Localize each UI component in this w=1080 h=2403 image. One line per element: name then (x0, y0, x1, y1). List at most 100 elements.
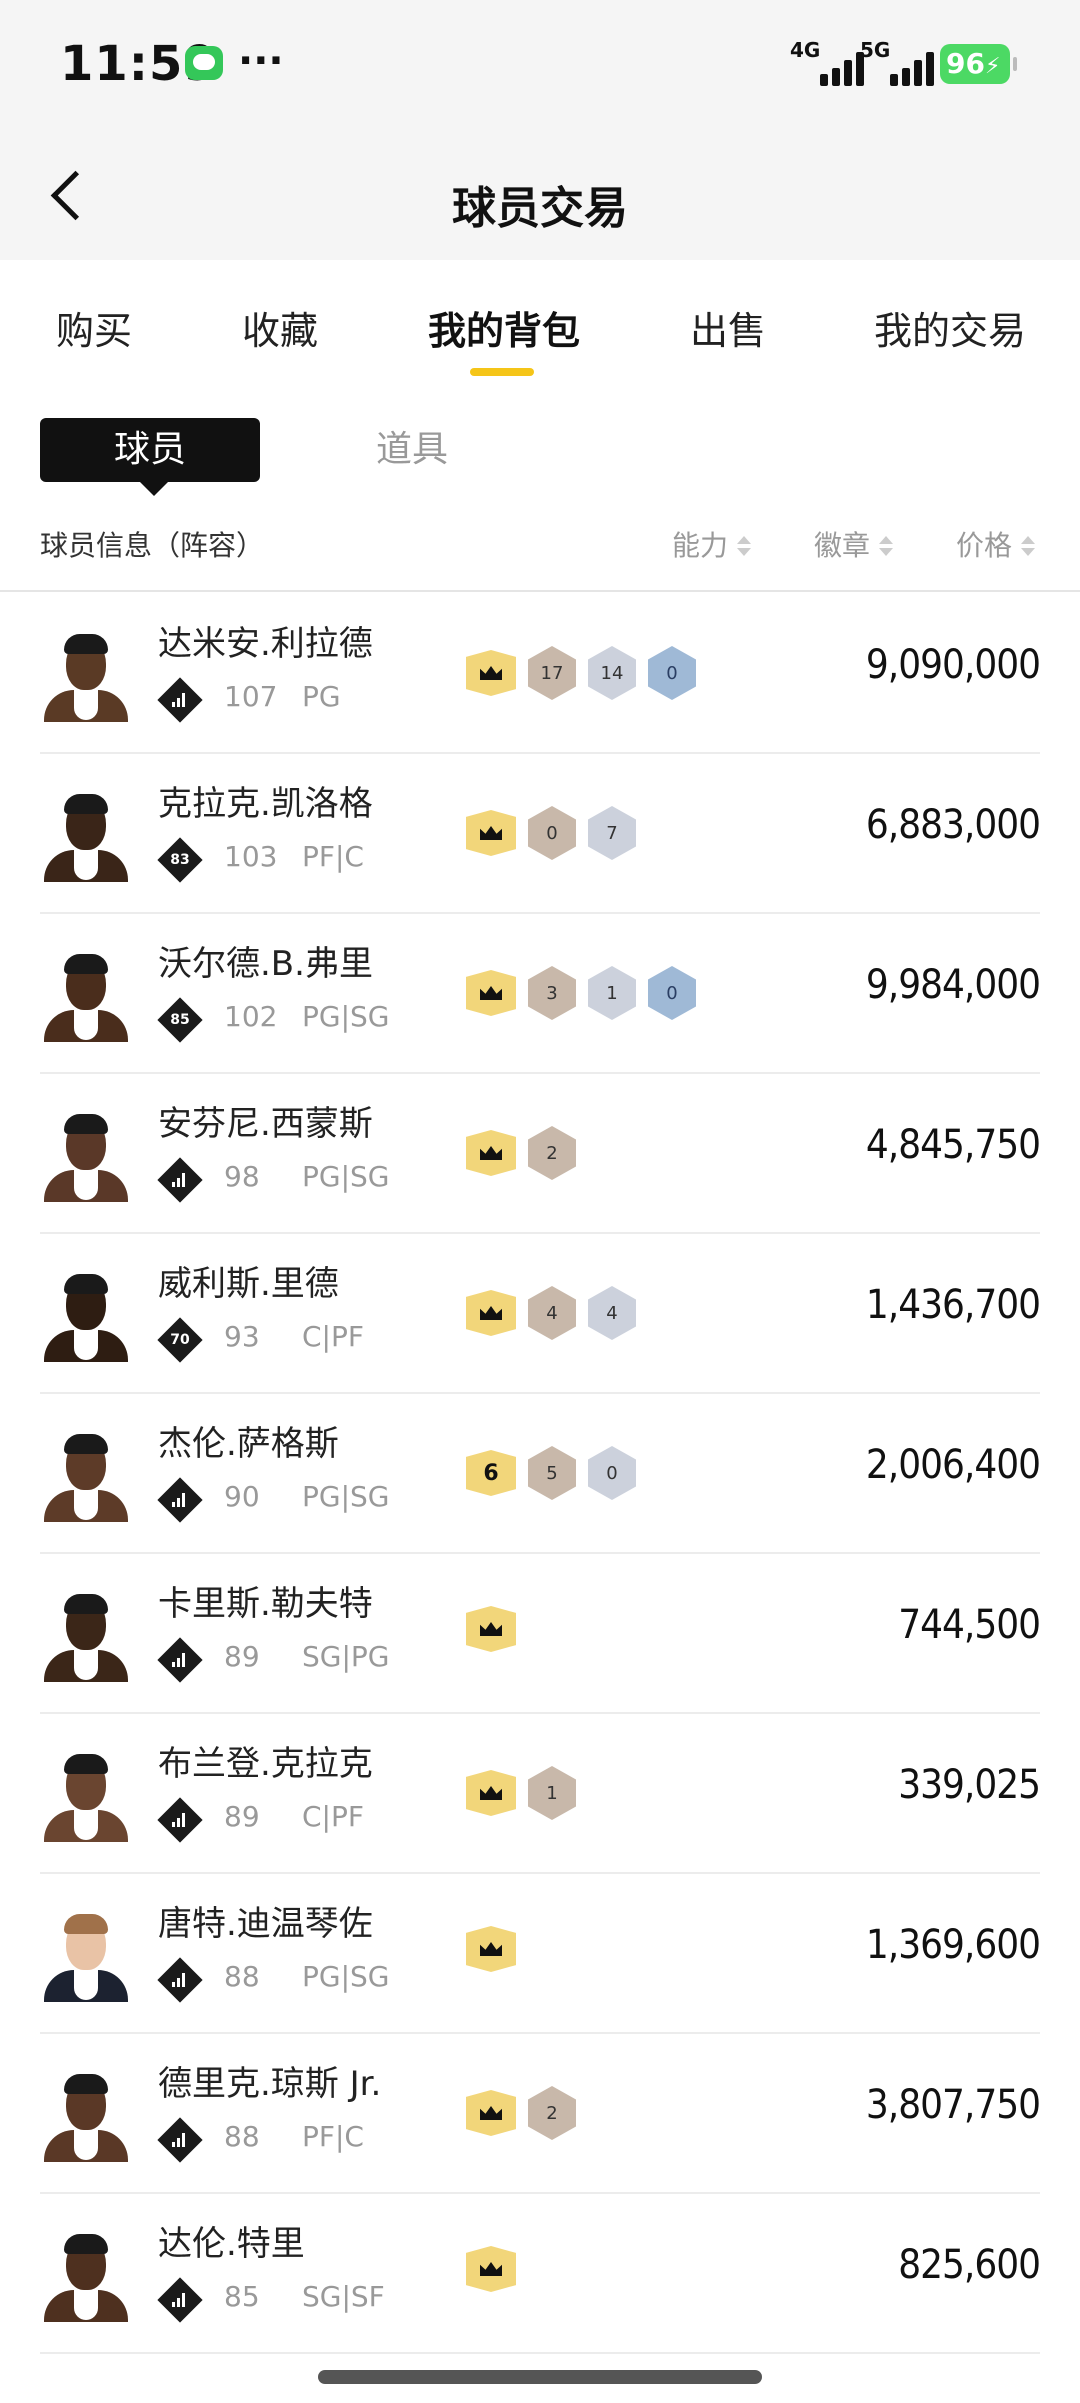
more-notifications-icon: ··· (238, 38, 284, 84)
badge-count: 4 (606, 1302, 618, 1324)
column-header: 球员信息（阵容） 能力 徽章 价格 (0, 510, 1080, 592)
player-overall: 107 (224, 680, 278, 713)
player-overall: 98 (224, 1160, 260, 1193)
crown-level: 6 (483, 1460, 499, 1486)
player-row[interactable]: 沃尔德.B.弗里 85 102 PG|SG 3 1 0 9,984,000 (40, 914, 1041, 1074)
crown-icon (466, 650, 516, 696)
player-row[interactable]: 杰伦.萨格斯 90 PG|SG 6 5 0 2,006,400 (40, 1394, 1041, 1554)
player-price: 4,845,750 (865, 1122, 1041, 1168)
rating-indicator: 85 (164, 1004, 196, 1036)
badge-count-icon: 7 (588, 806, 636, 860)
rating-indicator (164, 1644, 196, 1676)
network-label-4g: 4G (790, 38, 821, 62)
player-avatar (40, 1754, 132, 1842)
sort-ability-button[interactable]: 能力 (672, 524, 754, 564)
player-price: 2,006,400 (865, 1442, 1041, 1488)
player-avatar (40, 1274, 132, 1362)
player-row[interactable]: 达伦.特里 85 SG|SF 825,600 (40, 2194, 1041, 2354)
player-price: 825,600 (898, 2242, 1041, 2288)
player-position: PG|SG (302, 1960, 390, 1993)
player-position: PG|SG (302, 1480, 390, 1513)
tab-my-trades[interactable]: 我的交易 (874, 300, 1026, 355)
badge-count: 3 (546, 982, 558, 1004)
crown-icon (466, 2246, 516, 2292)
sort-badge-button[interactable]: 徽章 (814, 524, 896, 564)
sort-badge-label: 徽章 (814, 529, 871, 562)
player-avatar (40, 1594, 132, 1682)
badge-count-icon: 0 (528, 806, 576, 860)
player-row[interactable]: 布兰登.克拉克 89 C|PF 1 339,025 (40, 1714, 1041, 1874)
badge-count-icon: 0 (588, 1446, 636, 1500)
player-avatar (40, 634, 132, 722)
player-name: 威利斯.里德 (158, 1264, 339, 1304)
tab-sell[interactable]: 出售 (690, 300, 766, 355)
tab-favorites[interactable]: 收藏 (242, 300, 318, 355)
player-row[interactable]: 克拉克.凯洛格 83 103 PF|C 07 6,883,000 (40, 754, 1041, 914)
tab-buy[interactable]: 购买 (56, 300, 132, 355)
rating-indicator (164, 1484, 196, 1516)
badge-group: 3 1 0 (466, 966, 696, 1020)
badge-count: 7 (606, 822, 618, 844)
crown-icon (466, 970, 516, 1016)
player-row[interactable]: 达米安.利拉德 107 PG 17 14 0 9,090,000 (40, 594, 1041, 754)
sort-price-button[interactable]: 价格 (956, 524, 1038, 564)
badge-group: 2 (466, 2086, 576, 2140)
rating-badge-value: 85 (170, 1012, 190, 1028)
player-row[interactable]: 威利斯.里德 70 93 C|PF 44 1,436,700 (40, 1234, 1041, 1394)
tab-my-backpack[interactable]: 我的背包 (428, 300, 580, 355)
home-indicator[interactable] (318, 2370, 762, 2384)
badge-count-icon: 17 (528, 646, 576, 700)
crown-icon (466, 2090, 516, 2136)
badge-count-icon: 2 (528, 1126, 576, 1180)
badge-count-icon: 5 (528, 1446, 576, 1500)
sort-ability-label: 能力 (672, 529, 729, 562)
network-label-5g: 5G (860, 38, 891, 62)
crown-icon (466, 1770, 516, 1816)
message-icon (185, 46, 223, 80)
badge-count: 2 (546, 1142, 558, 1164)
badge-count-icon: 4 (528, 1286, 576, 1340)
rating-badge-value: 83 (170, 852, 190, 868)
crown-icon (466, 1606, 516, 1652)
player-position: SG|SF (302, 2280, 385, 2313)
badge-group: 6 5 0 (466, 1446, 636, 1500)
badge-count: 17 (540, 662, 564, 684)
sort-price-label: 价格 (956, 529, 1013, 562)
badge-count-icon: 3 (528, 966, 576, 1020)
player-name: 杰伦.萨格斯 (158, 1424, 339, 1464)
subtab-players[interactable]: 球员 (40, 418, 260, 496)
badge-group (466, 1926, 516, 1972)
badge-group: 07 (466, 806, 636, 860)
sort-icon (876, 532, 896, 562)
player-price: 9,984,000 (865, 962, 1041, 1008)
player-row[interactable]: 唐特.迪温琴佐 88 PG|SG 1,369,600 (40, 1874, 1041, 2034)
player-name: 沃尔德.B.弗里 (158, 944, 373, 984)
player-position: PF|C (302, 2120, 364, 2153)
badge-count: 0 (666, 662, 678, 684)
player-name: 卡里斯.勒夫特 (158, 1584, 373, 1624)
subtab-items[interactable]: 道具 (376, 418, 448, 482)
crown-icon (466, 1130, 516, 1176)
player-row[interactable]: 卡里斯.勒夫特 89 SG|PG 744,500 (40, 1554, 1041, 1714)
player-overall: 89 (224, 1800, 260, 1833)
crown-icon (466, 1926, 516, 1972)
player-row[interactable]: 德里克.琼斯 Jr. 88 PF|C 2 3,807,750 (40, 2034, 1041, 2194)
player-avatar (40, 1914, 132, 2002)
player-price: 744,500 (898, 1602, 1041, 1648)
player-price: 6,883,000 (865, 802, 1041, 848)
player-name: 安芬尼.西蒙斯 (158, 1104, 373, 1144)
badge-count-icon: 0 (648, 646, 696, 700)
badge-count-icon: 14 (588, 646, 636, 700)
rating-indicator (164, 1804, 196, 1836)
sort-icon (1018, 532, 1038, 562)
badge-group: 17 14 0 (466, 646, 696, 700)
player-avatar (40, 954, 132, 1042)
badge-count: 1 (606, 982, 618, 1004)
sort-icon (734, 532, 754, 562)
player-name: 德里克.琼斯 Jr. (158, 2064, 382, 2104)
badge-group: 44 (466, 1286, 636, 1340)
player-row[interactable]: 安芬尼.西蒙斯 98 PG|SG 2 4,845,750 (40, 1074, 1041, 1234)
player-position: PF|C (302, 840, 364, 873)
tab-bar: 购买 收藏 我的背包 出售 我的交易 (0, 260, 1080, 380)
rating-indicator (164, 2284, 196, 2316)
